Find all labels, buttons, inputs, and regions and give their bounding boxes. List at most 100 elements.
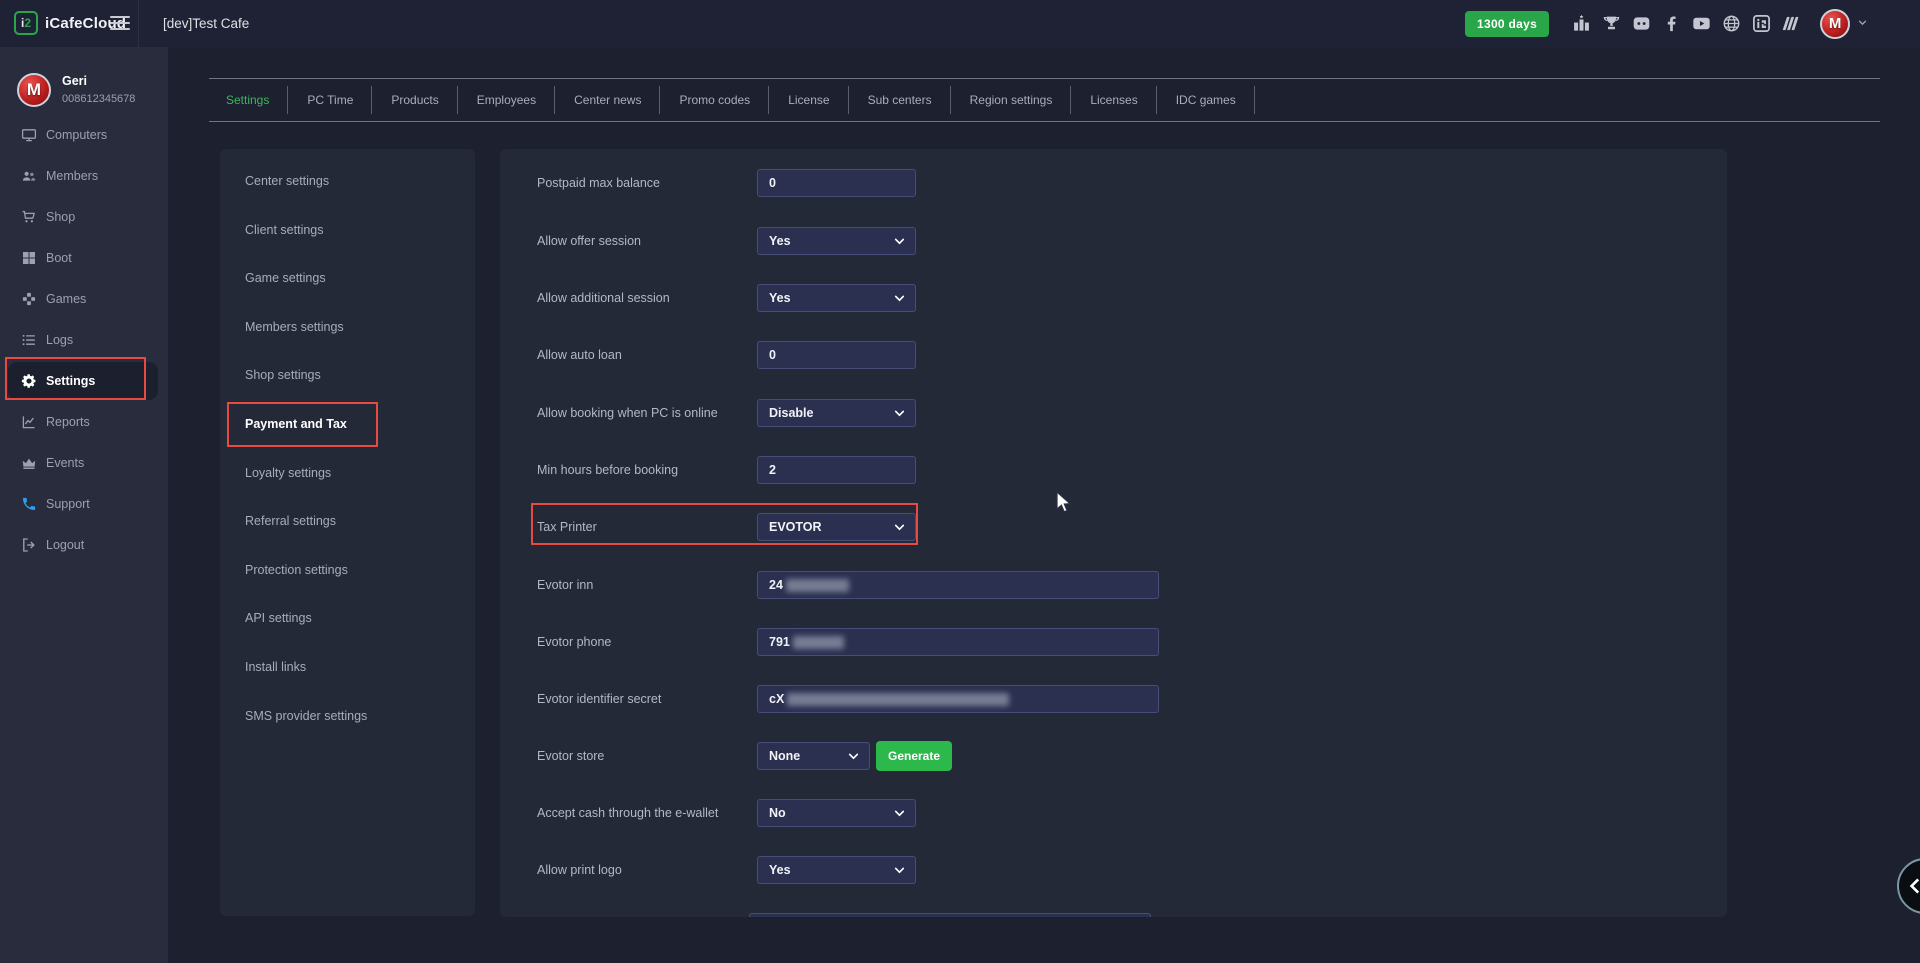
hamburger-menu-icon[interactable]	[110, 16, 130, 30]
tab-employees[interactable]: Employees	[458, 79, 555, 121]
sidebar-item-logout[interactable]: Logout	[0, 524, 168, 565]
form-row-allow-offer-session: Allow offer sessionYes	[537, 227, 916, 255]
sidebar-item-label: Settings	[46, 374, 95, 388]
sidebar-item-label: Support	[46, 497, 90, 511]
chevron-down-icon	[847, 750, 860, 763]
field-label: Allow print logo	[537, 863, 757, 877]
tab-region-settings[interactable]: Region settings	[951, 79, 1072, 121]
sidebar-user-id: 008612345678	[62, 93, 135, 105]
license-days-badge[interactable]: 1300 days	[1465, 11, 1549, 37]
ranking-icon[interactable]	[1571, 14, 1591, 34]
field-label: Allow booking when PC is online	[537, 406, 757, 420]
subnav-item-referral-settings[interactable]: Referral settings	[220, 499, 475, 543]
select-evotor-store[interactable]: None	[757, 742, 870, 770]
input-evotor-phone[interactable]: 791	[757, 628, 1159, 656]
input-min-hours-before-booking[interactable]: 2	[757, 456, 916, 484]
field-value: cX	[769, 692, 784, 706]
tab-center-news[interactable]: Center news	[555, 79, 660, 121]
chevron-down-icon	[893, 407, 906, 420]
topbar-right: 1300 days M	[1465, 0, 1868, 47]
tab-settings[interactable]: Settings	[209, 79, 288, 121]
field-label: Evotor store	[537, 749, 757, 763]
facebook-icon[interactable]	[1661, 14, 1681, 34]
form-row-allow-booking-when-pc-is-online: Allow booking when PC is onlineDisable	[537, 399, 916, 427]
icafe-logo-icon[interactable]	[1751, 14, 1771, 34]
chevron-down-icon	[893, 864, 906, 877]
subnav-item-game-settings[interactable]: Game settings	[220, 256, 475, 300]
subnav-item-client-settings[interactable]: Client settings	[220, 208, 475, 252]
trophy-icon[interactable]	[1601, 14, 1621, 34]
subnav-item-shop-settings[interactable]: Shop settings	[220, 353, 475, 397]
sidebar-item-label: Logout	[46, 538, 84, 552]
sidebar-item-support[interactable]: Support	[0, 483, 168, 524]
sidebar-item-games[interactable]: Games	[0, 278, 168, 319]
subnav-item-sms-provider-settings[interactable]: SMS provider settings	[220, 694, 475, 738]
youtube-icon[interactable]	[1691, 14, 1711, 34]
sidebar-item-logs[interactable]: Logs	[0, 319, 168, 360]
list-icon	[20, 331, 37, 348]
tab-pc-time[interactable]: PC Time	[288, 79, 372, 121]
sidebar-item-members[interactable]: Members	[0, 155, 168, 196]
input-evotor-identifier-secret[interactable]: cX	[757, 685, 1159, 713]
chat-collapse-button[interactable]	[1897, 858, 1920, 914]
select-allow-offer-session[interactable]: Yes	[757, 227, 916, 255]
brand-logo-icon: i2	[14, 11, 38, 35]
layers-icon[interactable]	[1781, 14, 1801, 34]
select-accept-cash-through-the-e-wallet[interactable]: No	[757, 799, 916, 827]
sidebar-item-label: Games	[46, 292, 86, 306]
chevron-down-icon[interactable]	[1857, 15, 1868, 33]
field-value: Yes	[769, 863, 791, 877]
select-tax-printer[interactable]: EVOTOR	[757, 513, 916, 541]
gear-icon	[20, 373, 37, 390]
select-allow-additional-session[interactable]: Yes	[757, 284, 916, 312]
field-value: None	[769, 749, 800, 763]
form-row-allow-print-logo: Allow print logo Yes	[537, 856, 916, 884]
sidebar-item-shop[interactable]: Shop	[0, 196, 168, 237]
redacted-value	[787, 693, 1009, 706]
select-allow-booking-when-pc-is-online[interactable]: Disable	[757, 399, 916, 427]
page-title: [dev]Test Cafe	[163, 0, 249, 47]
tab-products[interactable]: Products	[372, 79, 457, 121]
tab-bar: SettingsPC TimeProductsEmployeesCenter n…	[209, 79, 1255, 121]
tab-license[interactable]: License	[769, 79, 848, 121]
sidebar-item-label: Shop	[46, 210, 75, 224]
sidebar-item-label: Logs	[46, 333, 73, 347]
sidebar-item-reports[interactable]: Reports	[0, 401, 168, 442]
gamepad-icon	[20, 290, 37, 307]
sidebar-item-events[interactable]: Events	[0, 442, 168, 483]
input-allow-auto-loan[interactable]: 0	[757, 341, 916, 369]
globe-icon[interactable]	[1721, 14, 1741, 34]
tab-licenses[interactable]: Licenses	[1071, 79, 1156, 121]
subnav-item-install-links[interactable]: Install links	[220, 645, 475, 689]
tab-promo-codes[interactable]: Promo codes	[660, 79, 769, 121]
sidebar-item-settings[interactable]: Settings	[8, 362, 158, 400]
field-value: Yes	[769, 234, 791, 248]
subnav-item-payment-and-tax[interactable]: Payment and Tax	[220, 402, 475, 446]
field-value: 0	[769, 176, 776, 190]
input-evotor-inn[interactable]: 24	[757, 571, 1159, 599]
input-partial[interactable]	[749, 913, 1151, 917]
tab-idc-games[interactable]: IDC games	[1157, 79, 1255, 121]
sidebar: M Geri 008612345678 ComputersMembersShop…	[0, 47, 168, 963]
tab-sub-centers[interactable]: Sub centers	[849, 79, 951, 121]
user-avatar[interactable]: M	[1820, 9, 1850, 39]
sidebar-avatar[interactable]: M	[17, 73, 51, 107]
subnav-item-members-settings[interactable]: Members settings	[220, 305, 475, 349]
subnav-item-center-settings[interactable]: Center settings	[220, 159, 475, 203]
input-postpaid-max-balance[interactable]: 0	[757, 169, 916, 197]
select-allow-print-logo[interactable]: Yes	[757, 856, 916, 884]
subnav-item-loyalty-settings[interactable]: Loyalty settings	[220, 451, 475, 495]
field-label: Evotor phone	[537, 635, 757, 649]
crown-icon	[20, 454, 37, 471]
tabstrip-bottom-line	[209, 121, 1880, 122]
field-label: Accept cash through the e-wallet	[537, 806, 757, 820]
field-value: 0	[769, 348, 776, 362]
discord-icon[interactable]	[1631, 14, 1651, 34]
generate-button[interactable]: Generate	[876, 741, 952, 771]
subnav-item-api-settings[interactable]: API settings	[220, 596, 475, 640]
form-row-evotor-identifier-secret: Evotor identifier secretcX	[537, 685, 1159, 713]
field-value: 24	[769, 578, 783, 592]
sidebar-item-boot[interactable]: Boot	[0, 237, 168, 278]
subnav-item-protection-settings[interactable]: Protection settings	[220, 548, 475, 592]
sidebar-item-computers[interactable]: Computers	[0, 114, 168, 155]
